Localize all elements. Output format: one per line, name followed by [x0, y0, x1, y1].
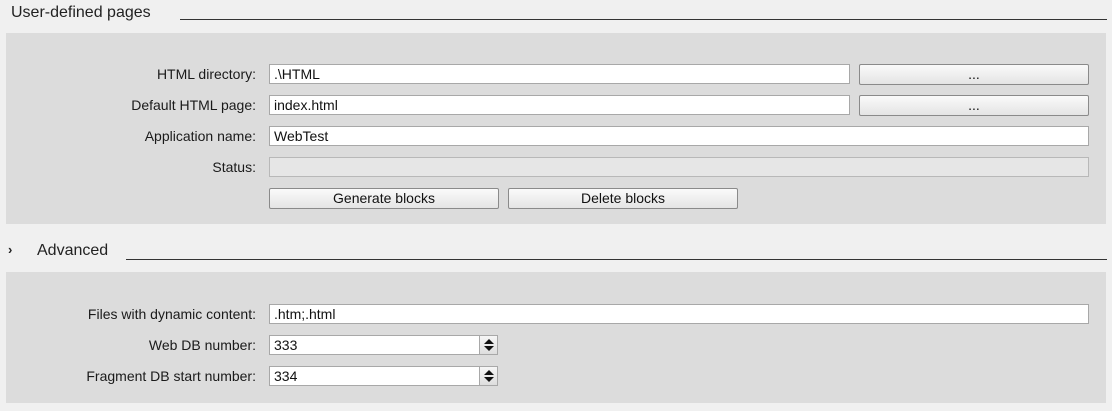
default-html-page-browse-button[interactable]: ... [859, 95, 1089, 116]
generate-blocks-button[interactable]: Generate blocks [269, 188, 499, 209]
web-db-number-input[interactable]: 333 [269, 335, 480, 355]
html-directory-browse-button[interactable]: ... [859, 64, 1089, 85]
status-field [269, 157, 1089, 177]
section-title-user-pages: User-defined pages [11, 4, 151, 21]
spin-down-icon[interactable] [484, 377, 494, 382]
dynamic-files-input[interactable]: .htm;.html [269, 304, 1089, 324]
status-label: Status: [212, 159, 256, 175]
dynamic-files-label: Files with dynamic content: [87, 306, 256, 322]
default-html-page-input[interactable]: index.html [269, 95, 850, 115]
section-title-advanced[interactable]: Advanced [37, 242, 108, 260]
html-directory-input[interactable]: .\HTML [269, 64, 850, 84]
spin-down-icon[interactable] [484, 346, 494, 351]
fragment-db-start-spinner[interactable] [479, 366, 498, 386]
html-directory-label: HTML directory: [156, 66, 256, 82]
fragment-db-start-label: Fragment DB start number: [86, 368, 256, 384]
default-html-page-label: Default HTML page: [131, 97, 256, 113]
fragment-db-start-input[interactable]: 334 [269, 366, 480, 386]
expand-advanced-icon[interactable]: › [8, 242, 12, 257]
application-name-input[interactable]: WebTest [269, 126, 1089, 146]
application-name-label: Application name: [144, 128, 256, 144]
spin-up-icon[interactable] [484, 339, 494, 344]
web-db-number-label: Web DB number: [148, 337, 256, 353]
web-db-number-spinner[interactable] [479, 335, 498, 355]
delete-blocks-button[interactable]: Delete blocks [508, 188, 738, 209]
section-divider [180, 19, 1107, 20]
advanced-divider [126, 259, 1107, 260]
spin-up-icon[interactable] [484, 370, 494, 375]
